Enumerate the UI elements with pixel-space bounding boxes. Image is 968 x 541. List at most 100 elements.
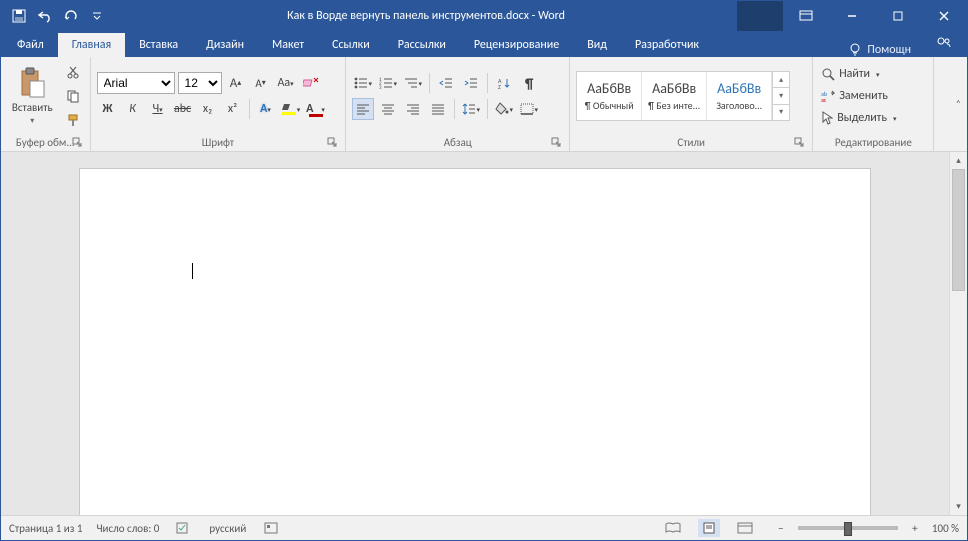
search-icon <box>821 67 835 81</box>
ribbon: Вставить ▾ Буфер обм... Arial 12 A▴ A▾ <box>1 57 967 152</box>
group-editing-label: Редактирование <box>835 136 912 149</box>
svg-text:ac: ac <box>821 96 827 102</box>
redo-icon[interactable] <box>59 4 83 28</box>
group-font: Arial 12 A▴ A▾ Aa▾ Ж К Ч▾ abc x₂ x² A▾ ▾ <box>91 57 347 151</box>
tab-review[interactable]: Рецензирование <box>460 33 573 57</box>
dialog-launcher-icon[interactable] <box>794 137 806 149</box>
lightbulb-icon <box>849 43 861 57</box>
strike-button[interactable]: abc <box>172 98 194 120</box>
maximize-icon[interactable] <box>875 1 921 31</box>
read-mode-icon[interactable] <box>662 519 684 537</box>
find-button[interactable]: Найти▾ <box>819 64 898 84</box>
select-button[interactable]: Выделить▾ <box>819 108 898 128</box>
tab-layout[interactable]: Макет <box>258 33 318 57</box>
numbering-icon[interactable]: 123▾ <box>377 72 399 94</box>
highlight-icon[interactable]: ▾ <box>280 98 302 120</box>
scroll-down-icon[interactable]: ▾ <box>950 498 967 515</box>
borders-icon[interactable]: ▾ <box>518 98 540 120</box>
ribbon-display-icon[interactable] <box>783 1 829 31</box>
spellcheck-icon[interactable] <box>173 519 195 537</box>
styles-down-icon[interactable]: ▾ <box>773 88 789 104</box>
tab-home[interactable]: Главная <box>58 33 125 57</box>
status-page[interactable]: Страница 1 из 1 <box>9 522 82 535</box>
page[interactable] <box>79 168 871 515</box>
undo-icon[interactable] <box>33 4 57 28</box>
print-layout-icon[interactable] <box>698 519 720 537</box>
qat-customize-icon[interactable] <box>85 4 109 28</box>
bullets-icon[interactable]: ▾ <box>352 72 374 94</box>
zoom-level[interactable]: 100 % <box>932 522 959 535</box>
minimize-icon[interactable] <box>829 1 875 31</box>
share-icon[interactable] <box>921 31 967 57</box>
replace-icon: abac <box>821 90 835 102</box>
style-nospacing[interactable]: АаБбВв¶ Без инте... <box>642 72 707 120</box>
align-center-icon[interactable] <box>377 98 399 120</box>
macro-icon[interactable] <box>260 519 282 537</box>
text-cursor <box>192 263 193 279</box>
save-icon[interactable] <box>7 4 31 28</box>
status-words[interactable]: Число слов: 0 <box>96 522 159 535</box>
line-spacing-icon[interactable]: ▾ <box>460 98 482 120</box>
style-heading1[interactable]: АаБбВвЗаголово... <box>707 72 772 120</box>
page-scroll[interactable] <box>1 152 949 515</box>
font-name-select[interactable]: Arial <box>97 72 175 94</box>
scroll-up-icon[interactable]: ▴ <box>950 152 967 169</box>
tab-design[interactable]: Дизайн <box>192 33 258 57</box>
title-sep: - <box>529 9 538 23</box>
account-area[interactable] <box>737 1 783 31</box>
title-doc: Как в Ворде вернуть панель инструментов.… <box>287 9 529 23</box>
underline-button[interactable]: Ч▾ <box>147 98 169 120</box>
tell-me-label: Помощн <box>867 43 911 57</box>
text-effects-icon[interactable]: A▾ <box>255 98 277 120</box>
group-clipboard: Вставить ▾ Буфер обм... <box>1 57 91 151</box>
title-bar: Как в Ворде вернуть панель инструментов.… <box>1 1 967 31</box>
show-marks-icon[interactable]: ¶ <box>518 72 540 94</box>
collapse-ribbon[interactable]: ˄ <box>934 57 967 151</box>
shrink-font-icon[interactable]: A▾ <box>250 72 272 94</box>
style-normal[interactable]: АаБбВв¶ Обычный <box>577 72 642 120</box>
status-language[interactable]: русский <box>209 522 246 535</box>
tab-mailings[interactable]: Рассылки <box>384 33 460 57</box>
dialog-launcher-icon[interactable] <box>551 137 563 149</box>
styles-more-icon[interactable]: ▾ <box>773 105 789 120</box>
document-title: Как в Ворде вернуть панель инструментов.… <box>115 9 737 23</box>
increase-indent-icon[interactable] <box>460 72 482 94</box>
font-color-icon[interactable]: A▾ <box>305 98 327 120</box>
cut-icon[interactable] <box>62 61 84 83</box>
sort-icon[interactable]: AZ <box>493 72 515 94</box>
justify-icon[interactable] <box>427 98 449 120</box>
tab-view[interactable]: Вид <box>573 33 621 57</box>
grow-font-icon[interactable]: A▴ <box>225 72 247 94</box>
paste-button[interactable]: Вставить ▾ <box>7 61 58 131</box>
copy-icon[interactable] <box>62 85 84 107</box>
font-size-select[interactable]: 12 <box>178 72 222 94</box>
close-icon[interactable] <box>921 1 967 31</box>
dialog-launcher-icon[interactable] <box>72 137 84 149</box>
clear-format-icon[interactable] <box>300 72 322 94</box>
superscript-button[interactable]: x² <box>222 98 244 120</box>
web-layout-icon[interactable] <box>734 519 756 537</box>
align-right-icon[interactable] <box>402 98 424 120</box>
tab-insert[interactable]: Вставка <box>125 33 192 57</box>
decrease-indent-icon[interactable] <box>435 72 457 94</box>
zoom-slider[interactable] <box>798 526 898 530</box>
scroll-thumb[interactable] <box>952 169 965 291</box>
tab-references[interactable]: Ссылки <box>318 33 384 57</box>
zoom-in-icon[interactable]: + <box>904 519 926 537</box>
tab-developer[interactable]: Разработчик <box>621 33 713 57</box>
align-left-icon[interactable] <box>352 98 374 120</box>
vertical-scrollbar[interactable]: ▴ ▾ <box>949 152 967 515</box>
format-painter-icon[interactable] <box>62 109 84 131</box>
multilevel-icon[interactable]: ▾ <box>402 72 424 94</box>
styles-up-icon[interactable]: ▴ <box>773 72 789 88</box>
zoom-out-icon[interactable]: − <box>770 519 792 537</box>
replace-button[interactable]: abacЗаменить <box>819 86 898 106</box>
subscript-button[interactable]: x₂ <box>197 98 219 120</box>
tell-me[interactable]: Помощн <box>839 43 921 57</box>
bold-button[interactable]: Ж <box>97 98 119 120</box>
italic-button[interactable]: К <box>122 98 144 120</box>
tab-file[interactable]: Файл <box>3 33 58 57</box>
change-case-icon[interactable]: Aa▾ <box>275 72 297 94</box>
shading-icon[interactable]: ▾ <box>493 98 515 120</box>
dialog-launcher-icon[interactable] <box>327 137 339 149</box>
